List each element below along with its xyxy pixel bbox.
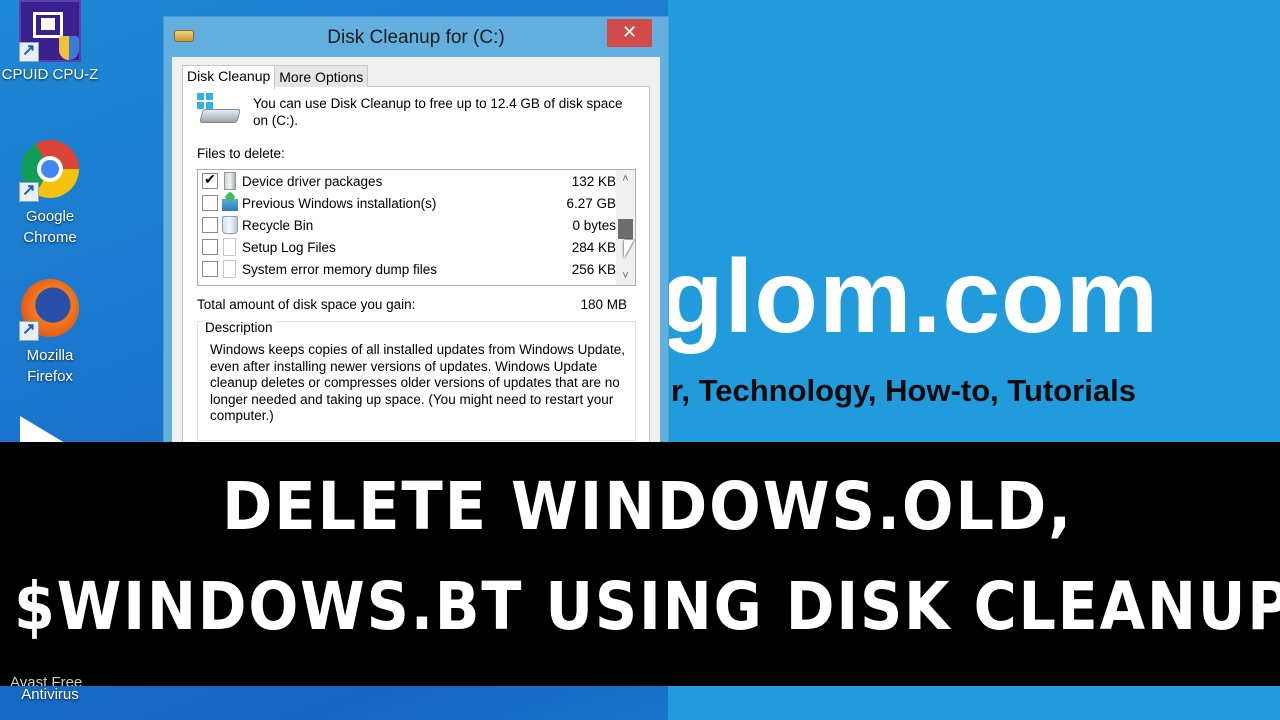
desktop-icon-label: CPUID CPU-Z — [1, 66, 99, 83]
desktop-icon-chrome[interactable]: Google Chrome — [0, 140, 100, 248]
desktop-icon-cpu-z[interactable]: CPUID CPU-Z — [0, 0, 100, 85]
dialog-body: Disk Cleanup More Options You can use Di… — [172, 57, 660, 486]
file-row-device-driver-packages[interactable]: Device driver packages 132 KB — [198, 170, 616, 192]
tab-panel-disk-cleanup: You can use Disk Cleanup to free up to 1… — [182, 86, 650, 486]
driver-package-icon — [224, 172, 236, 190]
site-name: glom.com — [660, 239, 1160, 355]
description-group: Description Windows keeps copies of all … — [197, 320, 636, 441]
file-row-previous-windows[interactable]: Previous Windows installation(s) 6.27 GB — [198, 192, 616, 214]
total-space-row: Total amount of disk space you gain: 180… — [197, 297, 627, 312]
description-label: Description — [203, 320, 275, 335]
tab-disk-cleanup[interactable]: Disk Cleanup — [182, 65, 276, 89]
document-icon — [223, 260, 236, 278]
description-text: Windows keeps copies of all installed up… — [210, 342, 625, 423]
windows-logo-icon — [197, 93, 213, 109]
file-name: Device driver packages — [242, 173, 383, 189]
file-size: 256 KB — [571, 261, 616, 277]
tab-strip: Disk Cleanup More Options — [182, 65, 650, 89]
checkbox-recycle-bin[interactable] — [202, 217, 218, 233]
intro-text: You can use Disk Cleanup to free up to 1… — [253, 96, 623, 128]
document-icon — [223, 238, 236, 256]
previous-windows-icon — [222, 199, 238, 211]
file-name: Setup Log Files — [242, 239, 336, 255]
close-button[interactable]: ✕ — [607, 19, 652, 47]
scrollbar-thumb[interactable] — [618, 219, 633, 239]
banner-line-1: DELETE WINDOWS.OLD, — [222, 468, 1074, 545]
disk-cleanup-dialog: Disk Cleanup for (C:) ✕ Disk Cleanup Mor… — [163, 16, 669, 486]
site-tagline: r, Technology, How-to, Tutorials — [671, 373, 1136, 408]
checkbox-setup-log-files[interactable] — [202, 239, 218, 255]
banner-line-2: $WINDOWS.BT USING DISK CLEANUP — [14, 568, 1280, 645]
desktop-background-bottom — [668, 686, 1280, 720]
files-to-delete-list[interactable]: Device driver packages 132 KB Previous W… — [197, 169, 636, 286]
file-row-setup-log-files[interactable]: Setup Log Files 284 KB — [198, 236, 616, 258]
file-list-scrollbar[interactable]: ˄ ˅ — [616, 170, 635, 285]
file-row-recycle-bin[interactable]: Recycle Bin 0 bytes — [198, 214, 616, 236]
checkbox-memory-dump-files[interactable] — [202, 261, 218, 277]
file-size: 284 KB — [571, 239, 616, 255]
uac-shield-icon — [59, 36, 79, 60]
desktop-icon-label-partial: Avast Free — [10, 674, 83, 686]
desktop-icon-avast[interactable]: Antivirus — [0, 686, 100, 703]
checkbox-previous-windows[interactable] — [202, 195, 218, 211]
mouse-cursor-icon — [624, 240, 634, 258]
checkbox-device-driver-packages[interactable] — [202, 171, 218, 189]
intro-section: You can use Disk Cleanup to free up to 1… — [197, 93, 635, 129]
dialog-title: Disk Cleanup for (C:) — [327, 27, 505, 48]
desktop-icon-label: Google Chrome — [23, 208, 77, 246]
shortcut-arrow-icon — [19, 40, 39, 62]
scroll-up-button[interactable]: ˄ — [616, 170, 635, 188]
file-size: 0 bytes — [572, 217, 616, 233]
total-space-value: 180 MB — [580, 297, 627, 312]
shortcut-arrow-icon — [19, 319, 39, 341]
file-name: System error memory dump files — [242, 261, 438, 277]
file-name: Previous Windows installation(s) — [242, 195, 437, 211]
title-bar[interactable]: Disk Cleanup for (C:) ✕ — [164, 17, 668, 57]
scroll-down-button[interactable]: ˅ — [616, 267, 635, 285]
desktop-icon-firefox[interactable]: Mozilla Firefox — [0, 279, 100, 387]
recycle-bin-icon — [222, 216, 238, 234]
shortcut-arrow-icon — [19, 180, 39, 202]
file-size: 6.27 GB — [566, 195, 616, 211]
file-row-memory-dump-files[interactable]: System error memory dump files 256 KB — [198, 258, 616, 280]
file-name: Recycle Bin — [242, 217, 314, 233]
tab-more-options[interactable]: More Options — [274, 65, 369, 87]
files-to-delete-label: Files to delete: — [197, 146, 285, 161]
drive-icon — [197, 93, 241, 129]
file-size: 132 KB — [571, 173, 616, 189]
title-banner: DELETE WINDOWS.OLD, $WINDOWS.BT USING DI… — [0, 442, 1280, 686]
desktop-icon-label: Mozilla Firefox — [26, 347, 74, 385]
total-space-label: Total amount of disk space you gain: — [197, 297, 416, 312]
